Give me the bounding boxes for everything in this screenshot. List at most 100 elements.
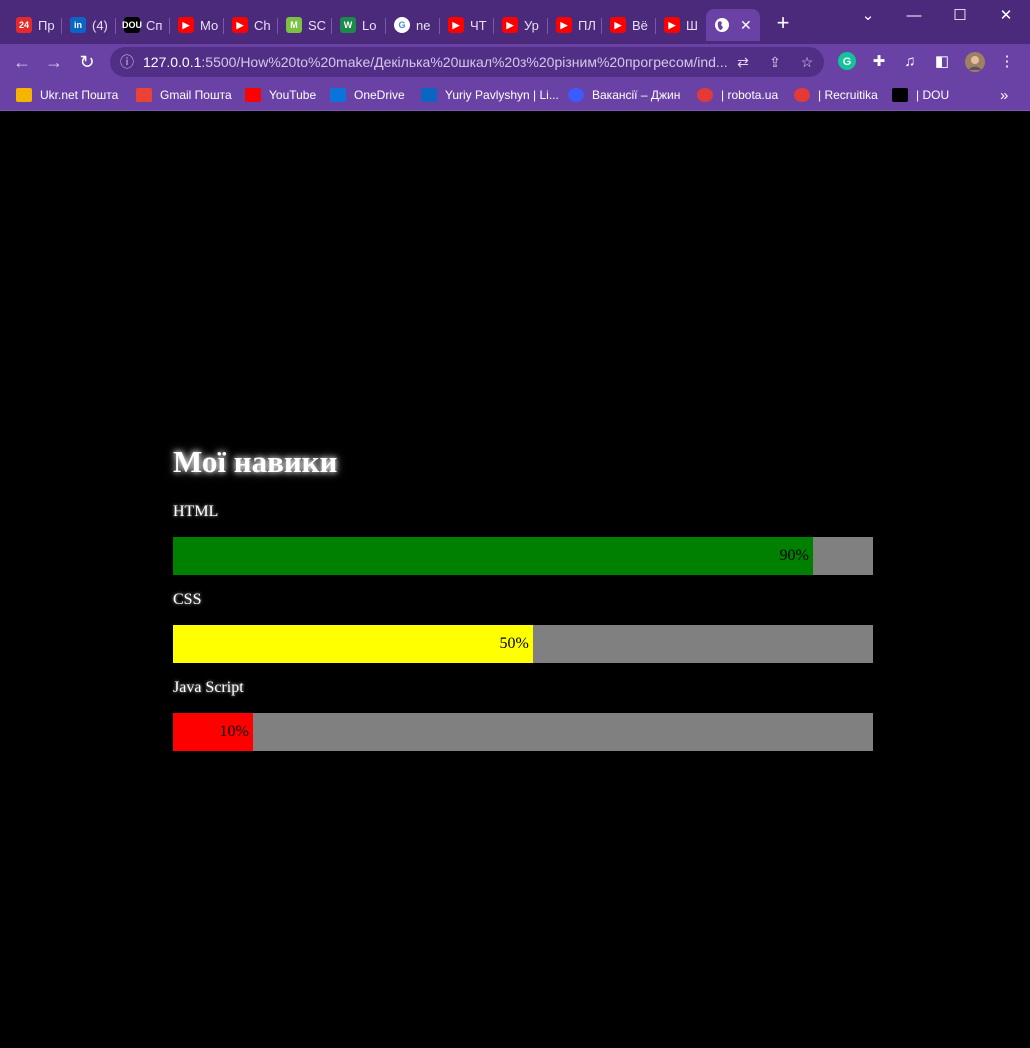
youtube-icon: ▶ — [502, 17, 518, 33]
svg-text:G: G — [843, 56, 852, 68]
tab-title: ne — [416, 17, 431, 33]
tab-title: Lo — [362, 17, 377, 33]
menu-icon[interactable]: ⋮ — [996, 51, 1018, 73]
tab-title: Пр — [38, 17, 55, 33]
tab[interactable]: ▶ Мо — [170, 9, 224, 41]
tab[interactable]: in (4) — [62, 9, 116, 41]
grammarly-icon[interactable]: G — [836, 51, 858, 73]
progress-track: 90% — [173, 537, 873, 575]
progress-percent: 50% — [499, 635, 529, 652]
google-icon: G — [394, 17, 410, 33]
progress-track: 50% — [173, 625, 873, 663]
skill-label: Java Script — [173, 679, 244, 696]
onedrive-icon — [330, 88, 346, 102]
tab-search-icon[interactable]: ⌄ — [845, 2, 891, 30]
linkedin-icon: in — [70, 17, 86, 33]
browser-toolbar: ← → ↻ ⓘ 127.0.0.1:5500/How%20to%20make/Д… — [0, 44, 1030, 80]
tab-title: Ур — [524, 17, 539, 33]
tab-title: Ch — [254, 17, 271, 33]
progress-fill: 10% — [173, 713, 253, 751]
bookmark-item[interactable]: | robota.ua — [697, 86, 778, 104]
tab[interactable]: 24 Пр — [8, 9, 62, 41]
bookmark-item[interactable]: Gmail Пошта — [136, 86, 232, 104]
youtube-icon: ▶ — [178, 17, 194, 33]
tab[interactable]: DOU Сп — [116, 9, 170, 41]
bookmark-item[interactable]: Вакансії – Джин — [568, 86, 680, 104]
youtube-icon — [245, 88, 261, 102]
youtube-icon: ▶ — [556, 17, 572, 33]
minimize-button[interactable]: — — [891, 2, 937, 30]
bookmark-item[interactable]: | Recruitika — [794, 86, 878, 104]
bookmark-item[interactable]: YouTube — [245, 86, 316, 104]
address-bar[interactable]: ⓘ 127.0.0.1:5500/How%20to%20make/Декільк… — [110, 47, 824, 77]
bookmark-label: Ukr.net Пошта — [40, 88, 119, 102]
tab-title: SC — [308, 17, 327, 33]
tab-active[interactable]: ✕ — [706, 9, 760, 41]
tab[interactable]: Gne — [386, 9, 440, 41]
tab-strip: 24 Пр in (4) DOU Сп ▶ Мо ▶ Ch M SC W Lo Gne ▶ ЧТ ▶ Ур ▶ ПЛ ▶ В… — [0, 0, 1030, 44]
bookmark-label: Yuriy Pavlyshyn | Li... — [445, 88, 559, 102]
progress-track: 10% — [173, 713, 873, 751]
gmail-icon — [136, 88, 152, 102]
tab[interactable]: ▶ Ch — [224, 9, 278, 41]
24-news-icon: 24 — [16, 17, 32, 33]
site-info-icon[interactable]: ⓘ — [120, 47, 136, 77]
dou-icon — [892, 88, 908, 102]
back-button[interactable]: ← — [8, 48, 36, 76]
youtube-icon: ▶ — [232, 17, 248, 33]
globe-icon — [714, 17, 730, 33]
progress-fill: 50% — [173, 625, 533, 663]
tab-title: Мо — [200, 17, 219, 33]
w-logo-icon: W — [340, 17, 356, 33]
tab[interactable]: M SC — [278, 9, 332, 41]
close-tab-icon[interactable]: ✕ — [740, 17, 752, 34]
bookmark-item[interactable]: | DOU — [892, 86, 949, 104]
djinni-icon — [568, 88, 584, 102]
progress-fill: 90% — [173, 537, 813, 575]
bookmark-label: | Recruitika — [818, 88, 878, 102]
translate-icon[interactable]: ⇄ — [732, 47, 754, 77]
bookmark-item[interactable]: OneDrive — [330, 86, 405, 104]
extensions-icon[interactable]: ✚ — [868, 51, 890, 73]
tab-title: ЧТ — [470, 17, 487, 33]
reload-button[interactable]: ↻ — [73, 48, 101, 76]
youtube-icon: ▶ — [664, 17, 680, 33]
share-icon[interactable]: ⇪ — [764, 47, 786, 77]
url-text: 127.0.0.1:5500/How%20to%20make/Декілька%… — [143, 54, 728, 70]
tab-title: Сп — [146, 17, 163, 33]
tab[interactable]: ▶ ПЛ — [548, 9, 602, 41]
bookmark-label: | DOU — [916, 88, 950, 102]
bookmark-label: Gmail Пошта — [160, 88, 232, 102]
progress-percent: 90% — [779, 547, 809, 564]
dou-icon: DOU — [122, 17, 142, 33]
bookmark-label: | robota.ua — [721, 88, 779, 102]
tab[interactable]: W Lo — [332, 9, 386, 41]
tab[interactable]: ▶ Ур — [494, 9, 548, 41]
skill-label: CSS — [173, 591, 202, 608]
tab-title: Ш — [686, 17, 698, 33]
bookmark-item[interactable]: Yuriy Pavlyshyn | Li... — [421, 86, 559, 104]
page-content: Мої навики HTML 90% CSS 50% Java Script 10% — [0, 111, 1030, 1048]
bookmark-item[interactable]: Ukr.net Пошта — [16, 86, 118, 104]
side-panel-icon[interactable]: ◧ — [931, 51, 953, 73]
more-bookmarks-icon[interactable]: » — [1000, 86, 1008, 104]
tab[interactable]: ▶ Ш — [656, 9, 710, 41]
maximize-button[interactable]: ☐ — [937, 2, 983, 30]
tab-title: ПЛ — [578, 17, 596, 33]
bookmarks-bar: Ukr.net Пошта Gmail Пошта YouTube OneDrive Y… — [0, 80, 1030, 111]
media-control-icon[interactable]: ♫ — [899, 51, 921, 73]
robota-icon — [697, 88, 713, 102]
forward-button[interactable]: → — [40, 48, 68, 76]
new-tab-button[interactable]: + — [770, 10, 796, 36]
close-window-button[interactable]: ✕ — [983, 2, 1029, 30]
bookmark-label: Вакансії – Джин — [592, 88, 681, 102]
tab[interactable]: ▶ ЧТ — [440, 9, 494, 41]
bookmark-star-icon[interactable]: ☆ — [796, 47, 818, 77]
avatar[interactable] — [964, 51, 986, 73]
youtube-icon: ▶ — [610, 17, 626, 33]
linkedin-icon — [421, 88, 437, 102]
bookmark-label: OneDrive — [354, 88, 405, 102]
tab[interactable]: ▶ Вё — [602, 9, 656, 41]
skill-label: HTML — [173, 503, 219, 520]
bookmark-label: YouTube — [269, 88, 317, 102]
